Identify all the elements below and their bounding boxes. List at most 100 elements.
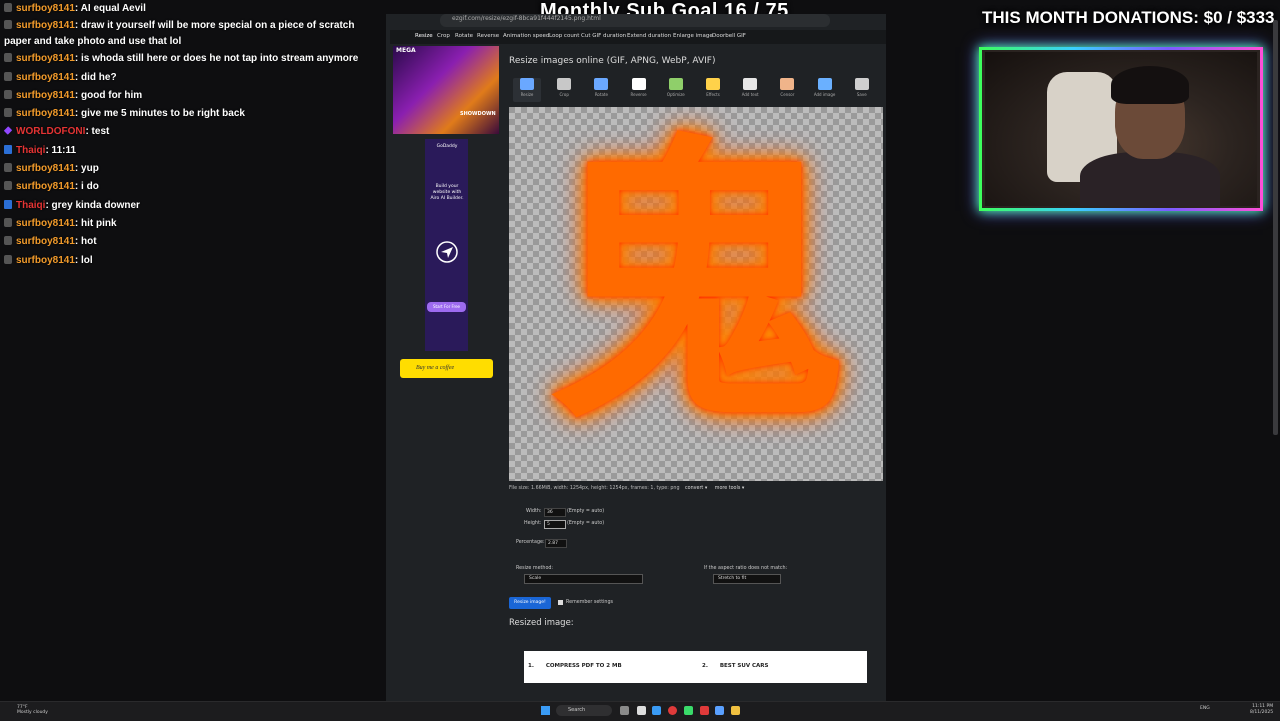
tool-label: Rotate [594, 92, 608, 97]
chat-message: surfboy8141: good for him [0, 87, 378, 105]
ad-bottom-item-2[interactable]: 2. BEST SUV CARS [702, 663, 769, 669]
width-input[interactable]: 36 [544, 508, 566, 517]
chat-text: : i do [74, 181, 99, 193]
nav-item-loop-count[interactable]: Loop count [549, 33, 579, 39]
resized-image-title: Resized image: [509, 618, 574, 628]
tool-censor[interactable]: Censor [773, 78, 801, 102]
chat-username[interactable]: surfboy8141 [16, 163, 75, 174]
chat-username[interactable]: Thaiqi [16, 200, 45, 211]
chat-text: : give me 5 minutes to be right back [74, 108, 245, 120]
folder-icon[interactable] [731, 706, 740, 715]
tool-effects[interactable]: Effects [699, 78, 727, 102]
ad-banner-top[interactable] [393, 46, 499, 134]
chat-username[interactable]: surfboy8141 [16, 72, 75, 83]
tool-label: Optimize [666, 92, 685, 97]
nav-item-reverse[interactable]: Reverse [477, 33, 499, 39]
app-icon-2[interactable] [652, 706, 661, 715]
chat-badge-icon [4, 89, 12, 99]
ad-start-button[interactable]: Start For Free [427, 302, 466, 312]
more-tools-link[interactable]: more tools ▾ [715, 486, 744, 491]
buy-coffee-button[interactable]: Buy me a coffee [400, 359, 493, 378]
tool-add-text[interactable]: Add text [736, 78, 764, 102]
convert-link[interactable]: convert ▾ [685, 486, 707, 491]
remember-checkbox[interactable] [558, 600, 563, 605]
app-icon-3[interactable] [684, 706, 693, 715]
tool-resize[interactable]: Resize [513, 78, 541, 102]
chat-text: : grey kinda downer [45, 199, 140, 211]
chat-username[interactable]: surfboy8141 [16, 236, 75, 247]
weather-desc: Mostly cloudy [17, 710, 48, 715]
tool-rotate[interactable]: Rotate [587, 78, 615, 102]
tool-reverse[interactable]: Reverse [625, 78, 653, 102]
add-image-icon [817, 78, 832, 90]
chat-badge-icon [4, 108, 12, 118]
app-icon-5[interactable] [715, 706, 724, 715]
chat-badge-icon [4, 144, 12, 154]
file-info: File size: 1.66MiB, width: 1254px, heigh… [509, 486, 744, 491]
chat-message: surfboy8141: AI equal Aevil [0, 0, 378, 18]
page-title: Resize images online (GIF, APNG, WebP, A… [509, 56, 716, 66]
windows-start-icon[interactable] [541, 706, 550, 715]
chat-username[interactable]: surfboy8141 [16, 255, 75, 266]
ad-top-text: SHOWDOWN [460, 111, 496, 117]
resize-method-label: Resize method: [516, 566, 554, 571]
chat-text: : did he? [74, 71, 117, 83]
tool-crop[interactable]: Crop [550, 78, 578, 102]
clock[interactable]: 11:11 PM 8/11/2025 [1250, 704, 1273, 716]
chat-text: : test [85, 126, 110, 138]
ad-bottom-num: 1. [528, 663, 534, 669]
buy-coffee-label: Buy me a coffee [416, 365, 455, 371]
percentage-input[interactable]: 2.87 [545, 539, 567, 548]
weather-widget[interactable]: 77°F Mostly cloudy [17, 705, 48, 715]
taskbar-search[interactable]: Search [556, 705, 612, 716]
chat-username[interactable]: surfboy8141 [16, 20, 75, 31]
system-tray[interactable]: ENG [1200, 706, 1210, 711]
tool-label: Add image [813, 92, 836, 97]
height-input[interactable]: 5 [544, 520, 566, 529]
ad-bottom-text: BEST SUV CARS [719, 663, 769, 669]
app-icon-1[interactable] [637, 706, 646, 715]
chrome-icon[interactable] [668, 706, 677, 715]
ad-bottom-item-1[interactable]: 1. COMPRESS PDF TO 2 MB [528, 663, 622, 669]
add-text-icon [743, 78, 758, 90]
chat-username[interactable]: surfboy8141 [16, 108, 75, 119]
chat-text: : lol [74, 254, 93, 266]
nav-item-doorbell-gif[interactable]: Doorbell GIF [712, 33, 746, 39]
resize-image-button[interactable]: Resize image! [509, 597, 551, 609]
tray-lang: ENG [1200, 706, 1210, 711]
width-hint: (Empty = auto) [567, 509, 605, 514]
chat-text: : hot [74, 236, 97, 248]
resize-method-select[interactable]: Scale [524, 574, 643, 584]
nav-item-extend-duration[interactable]: Extend duration [627, 33, 671, 39]
app-icon-4[interactable] [700, 706, 709, 715]
chat-username[interactable]: surfboy8141 [16, 218, 75, 229]
chat-text: : 11:11 [45, 144, 77, 156]
streamer-hair [1111, 66, 1189, 104]
nav-item-resize[interactable]: Resize [415, 33, 433, 39]
scrollbar[interactable] [1273, 20, 1278, 435]
nav-item-enlarge-image[interactable]: Enlarge image [673, 33, 713, 39]
nav-item-animation-speed[interactable]: Animation speed [503, 33, 549, 39]
chat-username[interactable]: surfboy8141 [16, 3, 75, 14]
chat-message: surfboy8141: yup [0, 160, 378, 178]
nav-item-rotate[interactable]: Rotate [455, 33, 473, 39]
chat-username[interactable]: Thaiqi [16, 145, 45, 156]
chat-username[interactable]: surfboy8141 [16, 181, 75, 192]
tool-add-image[interactable]: Add image [811, 78, 839, 102]
chat-username[interactable]: surfboy8141 [16, 90, 75, 101]
aspect-select[interactable]: Stretch to fit [713, 574, 781, 584]
file-info-text: File size: 1.66MiB, width: 1254px, heigh… [509, 486, 680, 491]
tool-save[interactable]: Save [848, 78, 876, 102]
chat-username[interactable]: surfboy8141 [16, 53, 75, 64]
resize-icon [520, 78, 534, 90]
taskview-icon[interactable] [620, 706, 629, 715]
nav-item-crop[interactable]: Crop [437, 33, 450, 39]
tool-optimize[interactable]: Optimize [662, 78, 690, 102]
nav-item-cut-gif-duration[interactable]: Cut GIF duration [581, 33, 626, 39]
chat-text: : AI equal Aevil [74, 3, 146, 14]
chat-message: Thaiqi: 11:11 [0, 142, 378, 160]
chat-username[interactable]: WORLDOFONI [16, 126, 85, 137]
clock-date: 8/11/2025 [1250, 710, 1274, 715]
chat-badge-icon [4, 53, 12, 63]
image-preview: 鬼 [509, 107, 883, 481]
